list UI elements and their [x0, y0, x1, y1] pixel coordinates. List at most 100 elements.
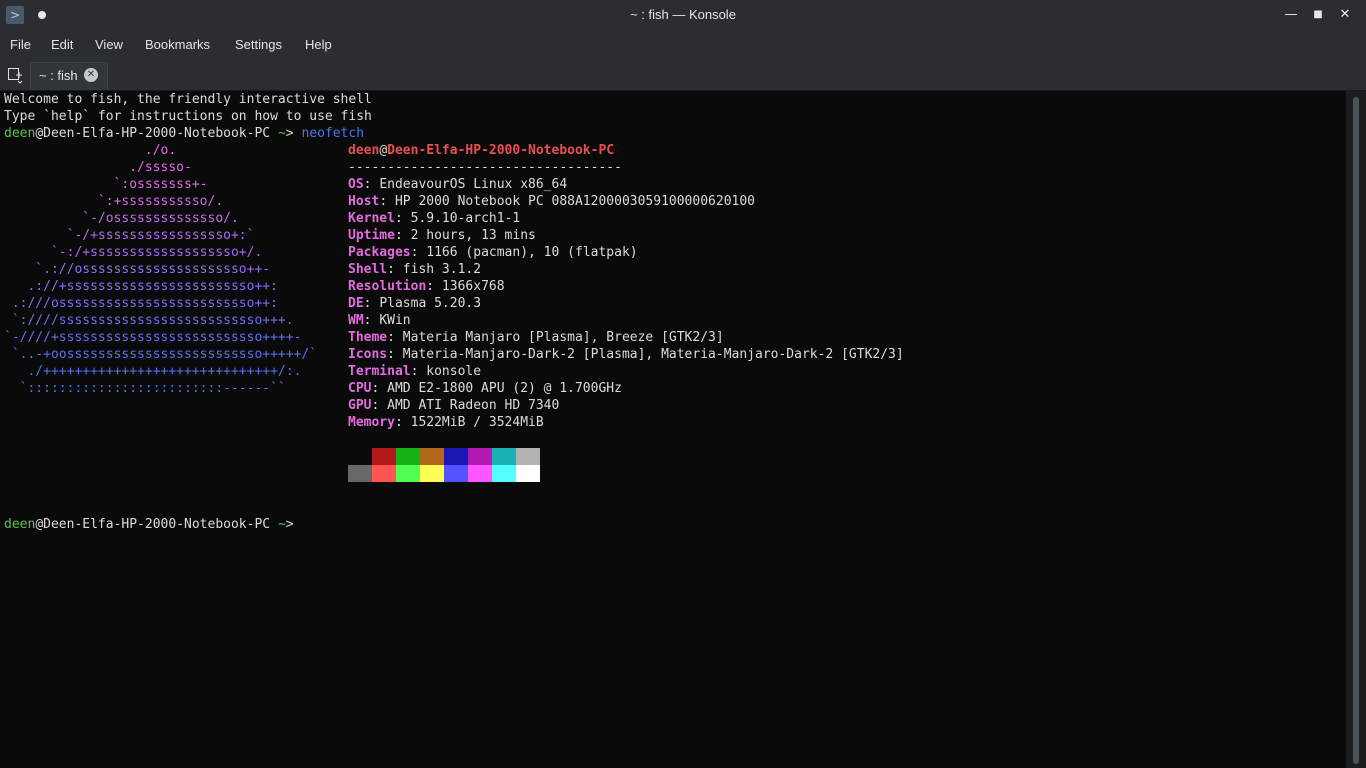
logo-line: ./sssso-: [4, 160, 192, 175]
palette-swatch: [468, 465, 492, 482]
palette-swatch: [492, 448, 516, 465]
info-colon: :: [363, 296, 380, 311]
menu-file[interactable]: File: [10, 30, 31, 60]
palette-swatch: [444, 465, 468, 482]
menu-view[interactable]: View: [95, 30, 123, 60]
palette-swatch: [468, 448, 492, 465]
info-field: DE: Plasma 5.20.3: [348, 295, 481, 312]
menubar: File Edit View Bookmarks Settings Help: [0, 30, 1366, 60]
logo-line: .://+ssssssssssssssssssssssso++:: [4, 279, 278, 294]
palette-swatch: [492, 465, 516, 482]
info-field: Kernel: 5.9.10-arch1-1: [348, 210, 520, 227]
logo-line: .:///osssssssssssssssssssssssso++:: [4, 296, 278, 311]
info-field: Theme: Materia Manjaro [Plasma], Breeze …: [348, 329, 724, 346]
palette-swatch: [444, 448, 468, 465]
info-value: Materia-Manjaro-Dark-2 [Plasma], Materia…: [402, 347, 904, 362]
info-colon: :: [394, 228, 411, 243]
info-value: 1166 (pacman), 10 (flatpak): [426, 245, 638, 260]
info-colon: :: [426, 279, 442, 294]
info-value: 1366x768: [441, 279, 505, 294]
info-key: Memory: [348, 415, 395, 430]
maximize-button[interactable]: ■: [1308, 5, 1328, 25]
prompt-line: deen@Deen-Elfa-HP-2000-Notebook-PC ~> ne…: [4, 125, 364, 142]
color-palette: [348, 448, 540, 482]
info-colon: :: [387, 330, 403, 345]
logo-line: `.://osssssssssssssssssssso++-: [4, 262, 271, 277]
close-window-button[interactable]: ✕: [1335, 5, 1355, 25]
prompt-user: deen: [4, 517, 36, 532]
info-value: konsole: [426, 364, 482, 379]
info-field: OS: EndeavourOS Linux x86_64: [348, 176, 567, 193]
palette-swatch: [372, 448, 396, 465]
command-text: neofetch: [301, 126, 365, 141]
info-field: Icons: Materia-Manjaro-Dark-2 [Plasma], …: [348, 346, 904, 363]
info-colon: :: [410, 364, 427, 379]
info-colon: :: [387, 262, 403, 277]
info-key: Kernel: [348, 211, 395, 226]
info-value: fish 3.1.2: [402, 262, 482, 277]
info-key: Host: [348, 194, 380, 209]
neofetch-user: deen: [348, 143, 380, 158]
info-field: Uptime: 2 hours, 13 mins: [348, 227, 536, 244]
palette-swatch: [348, 465, 372, 482]
scrollbar-thumb[interactable]: [1353, 97, 1359, 764]
info-colon: :: [379, 194, 395, 209]
logo-line: `:osssssss+-: [4, 177, 208, 192]
info-value: 5.9.10-arch1-1: [410, 211, 521, 226]
minimize-button[interactable]: —: [1281, 5, 1301, 25]
prompt-line-2: deen@Deen-Elfa-HP-2000-Notebook-PC ~>: [4, 516, 301, 533]
info-field: Host: HP 2000 Notebook PC 088A1200003059…: [348, 193, 755, 210]
info-value: AMD E2-1800 APU (2) @ 1.700GHz: [387, 381, 622, 396]
palette-swatch: [516, 448, 540, 465]
menu-edit[interactable]: Edit: [51, 30, 73, 60]
info-key: Theme: [348, 330, 388, 345]
menu-settings[interactable]: Settings: [235, 30, 282, 60]
new-tab-svg-icon: [8, 68, 23, 84]
palette-swatch: [420, 465, 444, 482]
tab-label: ~ : fish: [39, 68, 78, 83]
info-key: Terminal: [348, 364, 411, 379]
info-field: GPU: AMD ATI Radeon HD 7340: [348, 397, 559, 414]
logo-line: `..-+oosssssssssssssssssssssssso+++++/`: [4, 347, 318, 362]
window-title: ~ : fish — Konsole: [630, 7, 736, 22]
neofetch-host: Deen-Elfa-HP-2000-Notebook-PC: [387, 143, 615, 158]
info-key: DE: [348, 296, 364, 311]
info-value: Plasma 5.20.3: [379, 296, 482, 311]
info-colon: :: [394, 415, 411, 430]
tab-fish[interactable]: ~ : fish ✕: [30, 62, 108, 90]
info-key: Resolution: [348, 279, 427, 294]
info-key: GPU: [348, 398, 372, 413]
prompt-dir: ~: [270, 517, 286, 532]
logo-line: `-////+ssssssssssssssssssssssssso++++-: [4, 330, 302, 345]
info-value: Materia Manjaro [Plasma], Breeze [GTK2/3…: [402, 330, 724, 345]
menu-bookmarks[interactable]: Bookmarks: [145, 30, 210, 60]
window-titlebar[interactable]: > ~ : fish — Konsole — ■ ✕: [0, 0, 1366, 30]
prompt-symbol: >: [285, 517, 302, 532]
welcome-line: Welcome to fish, the friendly interactiv…: [4, 92, 372, 107]
info-colon: :: [394, 211, 411, 226]
palette-swatch: [396, 465, 420, 482]
terminal-area[interactable]: Welcome to fish, the friendly interactiv…: [0, 91, 1346, 768]
info-key: Icons: [348, 347, 388, 362]
palette-swatch: [372, 465, 396, 482]
info-field: CPU: AMD E2-1800 APU (2) @ 1.700GHz: [348, 380, 622, 397]
logo-line: `:+sssssssssso/.: [4, 194, 224, 209]
palette-swatch: [396, 448, 420, 465]
tab-close-icon[interactable]: ✕: [84, 68, 98, 82]
logo-line: ./++++++++++++++++++++++++++++++/:.: [4, 364, 302, 379]
info-field: WM: KWin: [348, 312, 411, 329]
tabbar: [0, 60, 1366, 91]
info-field: Packages: 1166 (pacman), 10 (flatpak): [348, 244, 638, 261]
help-line: Type `help` for instructions on how to u…: [4, 109, 372, 124]
info-field: Memory: 1522MiB / 3524MiB: [348, 414, 544, 431]
palette-swatch: [420, 448, 444, 465]
info-colon: :: [363, 177, 380, 192]
prompt-symbol: >: [285, 126, 302, 141]
info-value: KWin: [379, 313, 411, 328]
logo-line: `-/ossssssssssssso/.: [4, 211, 239, 226]
menu-help[interactable]: Help: [305, 30, 332, 60]
info-colon: :: [363, 313, 380, 328]
new-tab-icon[interactable]: [7, 66, 23, 84]
info-field: Shell: fish 3.1.2: [348, 261, 481, 278]
prompt-host: @Deen-Elfa-HP-2000-Notebook-PC: [35, 126, 271, 141]
